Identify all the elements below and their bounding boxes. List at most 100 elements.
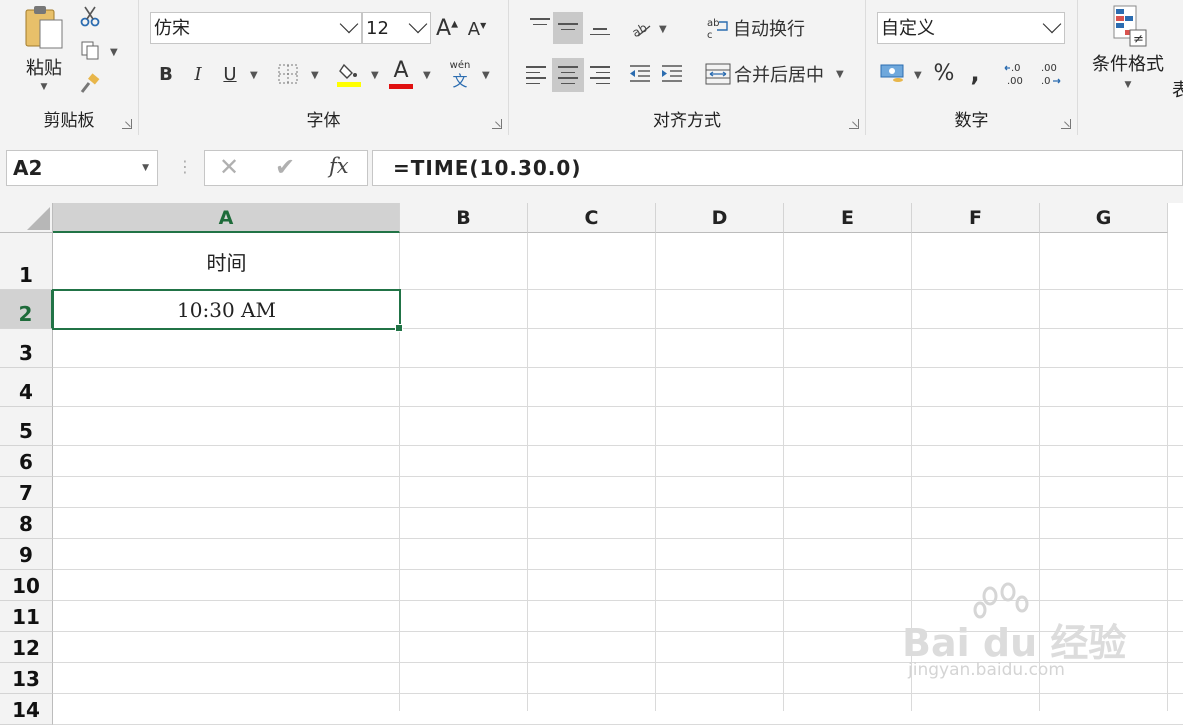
svg-text:≠: ≠ [1133, 32, 1144, 47]
name-box-dropdown-icon[interactable]: ▼ [142, 151, 149, 185]
bottom-align-icon [590, 28, 610, 39]
select-all-button[interactable] [0, 203, 53, 233]
row-gridline [53, 538, 1183, 539]
font-size-chevron-icon[interactable] [408, 14, 428, 34]
row-header-12[interactable]: 12 [0, 632, 53, 663]
font-size-value: 12 [366, 18, 389, 39]
align-right-button[interactable] [585, 58, 615, 90]
underline-button[interactable]: U [217, 60, 243, 88]
row-header-5[interactable]: 5 [0, 407, 53, 446]
column-header-G[interactable]: G [1040, 203, 1168, 233]
formula-bar-grip-icon[interactable]: ⋮ [177, 157, 193, 176]
align-left-icon [526, 66, 546, 88]
number-format-combo[interactable]: 自定义 [877, 12, 1065, 44]
column-header-A[interactable]: A [53, 203, 400, 233]
insert-function-button[interactable]: fx [329, 154, 349, 178]
column-header-C[interactable]: C [528, 203, 656, 233]
column-header-D[interactable]: D [656, 203, 784, 233]
row-header-9[interactable]: 9 [0, 539, 53, 570]
top-align-button[interactable] [525, 12, 555, 44]
align-left-button[interactable] [521, 58, 551, 90]
number-launcher-icon[interactable] [1061, 119, 1071, 129]
increase-indent-button[interactable] [657, 58, 687, 90]
underline-dropdown-icon[interactable]: ▼ [250, 70, 258, 81]
ribbon: 粘贴 ▼ ▼ 剪贴板 仿宋 12 A▲ A▼ B I U ▼ ▼ ▼ A ▼ w… [0, 0, 1183, 136]
phonetic-button[interactable]: wén 文 [447, 58, 473, 92]
enter-icon[interactable]: ✔ [275, 153, 295, 181]
row-header-14[interactable]: 14 [0, 694, 53, 725]
font-name-combo[interactable]: 仿宋 [150, 12, 362, 44]
bottom-align-button[interactable] [585, 12, 615, 44]
font-launcher-icon[interactable] [492, 119, 502, 129]
font-color-button[interactable]: A [387, 58, 415, 90]
row-header-10[interactable]: 10 [0, 570, 53, 601]
formula-bar: A2 ▼ ⋮ ✕ ✔ fx =TIME(10.30.0) [0, 135, 1183, 203]
wrap-text-button[interactable]: ab c 自动换行 [705, 12, 809, 44]
accounting-icon [880, 64, 904, 82]
middle-align-icon [558, 23, 578, 34]
fill-color-dropdown-icon[interactable]: ▼ [371, 70, 379, 81]
row-header-13[interactable]: 13 [0, 663, 53, 694]
orientation-dropdown-icon[interactable]: ▼ [659, 24, 667, 35]
row-gridline [53, 569, 1183, 570]
accounting-dropdown-icon[interactable]: ▼ [914, 70, 922, 81]
formula-input[interactable]: =TIME(10.30.0) [372, 150, 1183, 186]
decrease-indent-button[interactable] [625, 58, 655, 90]
cut-button[interactable] [78, 4, 102, 28]
comma-button[interactable]: , [962, 58, 988, 88]
phonetic-dropdown-icon[interactable]: ▼ [482, 70, 490, 81]
border-button[interactable] [275, 60, 301, 88]
row-header-4[interactable]: 4 [0, 368, 53, 407]
alignment-launcher-icon[interactable] [849, 119, 859, 129]
copy-button[interactable] [78, 38, 102, 62]
select-all-icon [27, 207, 50, 230]
clipboard-launcher-icon[interactable] [122, 119, 132, 129]
row-header-6[interactable]: 6 [0, 446, 53, 477]
fill-handle[interactable] [395, 324, 403, 332]
clipboard-group-label: 剪贴板 [43, 111, 95, 131]
next-command-partial-label[interactable]: 表 [1172, 76, 1183, 102]
row-header-2[interactable]: 2 [0, 290, 53, 329]
increase-decimal-button[interactable]: .0 .00 [1002, 58, 1032, 90]
bold-button[interactable]: B [153, 60, 179, 88]
decrease-decimal-button[interactable]: .00 .0 [1034, 58, 1064, 90]
copy-dropdown-icon[interactable]: ▼ [110, 47, 118, 58]
cancel-icon[interactable]: ✕ [219, 153, 239, 181]
alignment-group-label: 对齐方式 [653, 111, 721, 131]
font-size-combo[interactable]: 12 [362, 12, 431, 44]
cell-A1[interactable]: 时间 [53, 233, 400, 290]
row-gridline [53, 367, 1183, 368]
conditional-format-button[interactable]: ≠ 条件格式 ▼ [1088, 4, 1168, 96]
middle-align-button[interactable] [553, 12, 583, 44]
column-header-E[interactable]: E [784, 203, 912, 233]
column-header-B[interactable]: B [400, 203, 528, 233]
border-dropdown-icon[interactable]: ▼ [311, 70, 319, 81]
align-center-button[interactable] [552, 58, 584, 92]
merge-center-button[interactable]: 合并后居中 ▼ [705, 58, 855, 90]
orientation-button[interactable]: ab [627, 14, 657, 44]
row-header-8[interactable]: 8 [0, 508, 53, 539]
number-format-chevron-icon[interactable] [1042, 14, 1062, 34]
increase-font-button[interactable]: A▲ [435, 14, 459, 42]
svg-text:.0: .0 [1011, 63, 1021, 74]
column-header-F[interactable]: F [912, 203, 1040, 233]
fill-color-button[interactable] [335, 58, 363, 90]
font-name-chevron-icon[interactable] [339, 14, 359, 34]
italic-button[interactable]: I [185, 60, 211, 88]
paste-button[interactable]: 粘贴 ▼ [16, 4, 72, 100]
decrease-font-button[interactable]: A▼ [465, 16, 489, 42]
format-painter-button[interactable] [78, 72, 102, 96]
merge-center-dropdown-icon[interactable]: ▼ [836, 69, 844, 80]
name-box[interactable]: A2 ▼ [6, 150, 158, 186]
wrap-text-icon: ab c [707, 18, 728, 40]
row-header-7[interactable]: 7 [0, 477, 53, 508]
row-header-11[interactable]: 11 [0, 601, 53, 632]
accounting-format-button[interactable] [878, 58, 908, 88]
row-header-1[interactable]: 1 [0, 233, 53, 290]
row-header-3[interactable]: 3 [0, 329, 53, 368]
font-color-dropdown-icon[interactable]: ▼ [423, 70, 431, 81]
column-gridline [783, 233, 784, 711]
watermark-brand: Bai du 经验 [902, 621, 1127, 665]
align-right-icon [590, 66, 610, 88]
percent-button[interactable]: % [930, 58, 958, 88]
